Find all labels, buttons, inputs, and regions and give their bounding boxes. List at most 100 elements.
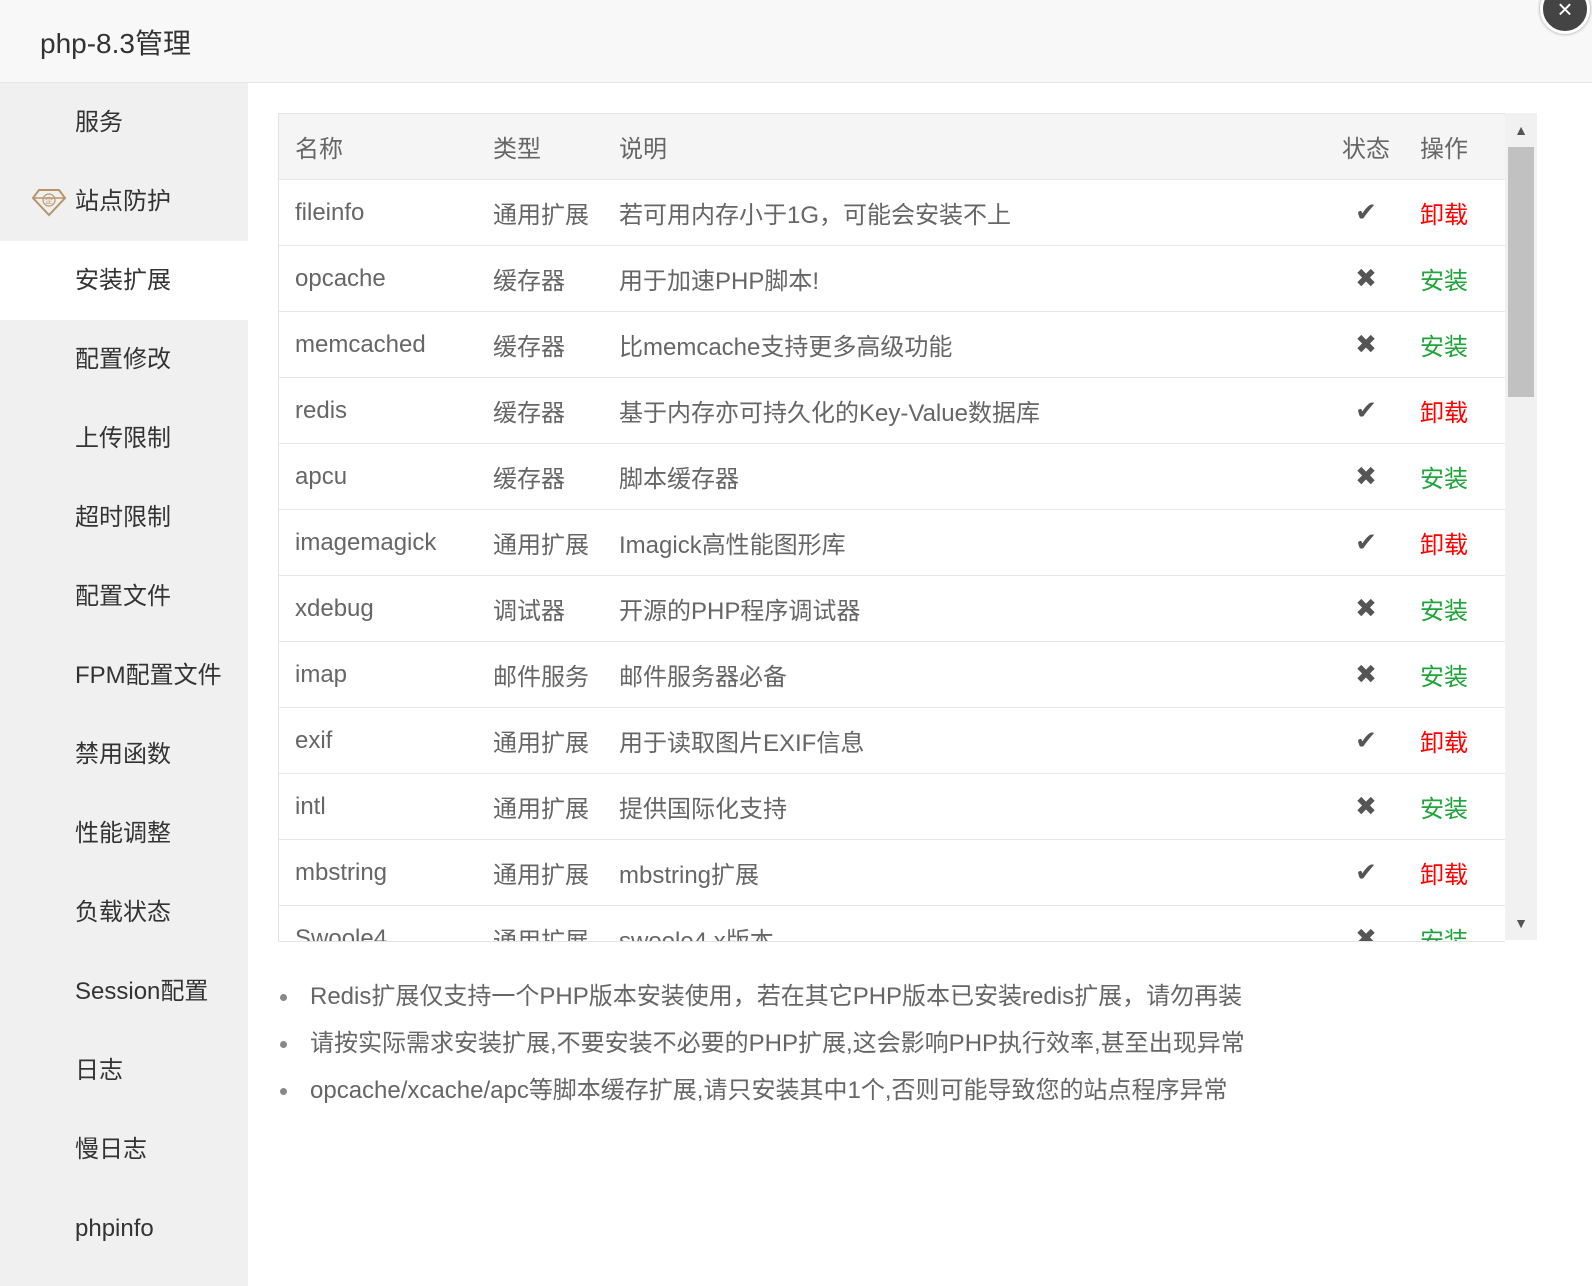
sidebar-item[interactable]: 上传限制 (0, 399, 248, 478)
sidebar-item[interactable]: 配置文件 (0, 557, 248, 636)
extension-type: 缓存器 (477, 443, 603, 510)
table-header-row: 名称 类型 说明 状态 操作 (279, 114, 1505, 180)
extension-name: redis (279, 377, 477, 444)
sidebar-item[interactable]: 企 站点防护 (0, 162, 248, 241)
scroll-thumb[interactable] (1508, 147, 1534, 397)
sidebar-item-label: FPM配置文件 (75, 662, 222, 689)
extensions-table: 名称 类型 说明 状态 操作 fileinfo 通用扩展 若可用内存小于1G，可能会… (279, 114, 1505, 941)
sidebar: 服务企 站点防护安装扩展配置修改上传限制超时限制配置文件 FPM配置文件 禁用函数性能… (0, 83, 248, 1286)
sidebar-item[interactable]: 慢日志 (0, 1110, 248, 1189)
extension-desc: 用于加速PHP脚本! (603, 245, 1328, 312)
extension-type: 缓存器 (477, 377, 603, 444)
extension-desc: swoole4.x版本 (603, 905, 1328, 941)
note-item: opcache/xcache/apc等脚本缓存扩展,请只安装其中1个,否则可能导… (280, 1067, 1245, 1114)
sidebar-item[interactable]: 配置修改 (0, 320, 248, 399)
install-link[interactable]: 安装 (1404, 443, 1505, 510)
sidebar-item-label: 性能调整 (75, 820, 171, 847)
enterprise-gem-icon: 企 (31, 189, 67, 217)
sidebar-item[interactable]: FPM配置文件 (0, 636, 248, 715)
extension-type: 调试器 (477, 575, 603, 642)
status-icon: ✖ (1328, 773, 1404, 840)
status-icon: ✔ (1328, 179, 1404, 246)
table-row: intl 通用扩展 提供国际化支持 ✖ 安装 (279, 773, 1505, 840)
uninstall-link[interactable]: 卸载 (1404, 179, 1505, 246)
table-row: xdebug 调试器 开源的PHP程序调试器 ✖ 安装 (279, 575, 1505, 642)
table-row: fileinfo 通用扩展 若可用内存小于1G，可能会安装不上 ✔ 卸载 (279, 179, 1505, 246)
sidebar-item-label: 慢日志 (75, 1136, 147, 1163)
scroll-up-arrow-icon[interactable]: ▲ (1505, 113, 1537, 147)
table-scrollbar[interactable]: ▲ ▼ (1505, 113, 1537, 940)
extension-name: opcache (279, 245, 477, 312)
install-link[interactable]: 安装 (1404, 245, 1505, 312)
table-row: imap 邮件服务 邮件服务器必备 ✖ 安装 (279, 641, 1505, 708)
sidebar-item-label: 日志 (75, 1057, 123, 1084)
install-link[interactable]: 安装 (1404, 641, 1505, 708)
extension-desc: 基于内存亦可持久化的Key-Value数据库 (603, 377, 1328, 444)
column-header-type: 类型 (477, 114, 603, 180)
uninstall-link[interactable]: 卸载 (1404, 377, 1505, 444)
install-link[interactable]: 安装 (1404, 575, 1505, 642)
sidebar-item-label: 负载状态 (75, 899, 171, 926)
table-row: memcached 缓存器 比memcache支持更多高级功能 ✖ 安装 (279, 311, 1505, 378)
table-row: apcu 缓存器 脚本缓存器 ✖ 安装 (279, 443, 1505, 510)
sidebar-item-label: 服务 (75, 109, 123, 136)
uninstall-link[interactable]: 卸载 (1404, 509, 1505, 576)
extension-desc: 邮件服务器必备 (603, 641, 1328, 708)
sidebar-item-label: phpinfo (75, 1215, 154, 1242)
scroll-down-arrow-icon[interactable]: ▼ (1505, 906, 1537, 940)
extension-type: 通用扩展 (477, 509, 603, 576)
sidebar-item-label: 超时限制 (75, 504, 171, 531)
status-icon: ✖ (1328, 575, 1404, 642)
uninstall-link[interactable]: 卸载 (1404, 839, 1505, 906)
extensions-table-container[interactable]: 名称 类型 说明 状态 操作 fileinfo 通用扩展 若可用内存小于1G，可能会… (278, 113, 1505, 942)
extension-desc: 若可用内存小于1G，可能会安装不上 (603, 179, 1328, 246)
table-row: imagemagick 通用扩展 Imagick高性能图形库 ✔ 卸载 (279, 509, 1505, 576)
sidebar-item[interactable]: 超时限制 (0, 478, 248, 557)
main-panel: 名称 类型 说明 状态 操作 fileinfo 通用扩展 若可用内存小于1G，可能会… (248, 83, 1592, 1286)
sidebar-item[interactable]: 禁用函数 (0, 715, 248, 794)
sidebar-item[interactable]: 安装扩展 (0, 241, 248, 320)
extension-name: Swoole4 (279, 905, 477, 941)
extension-desc: 提供国际化支持 (603, 773, 1328, 840)
status-icon: ✖ (1328, 905, 1404, 941)
install-link[interactable]: 安装 (1404, 905, 1505, 941)
uninstall-link[interactable]: 卸载 (1404, 707, 1505, 774)
table-row: Swoole4 通用扩展 swoole4.x版本 ✖ 安装 (279, 905, 1505, 941)
sidebar-item[interactable]: 日志 (0, 1031, 248, 1110)
notes-list: Redis扩展仅支持一个PHP版本安装使用，若在其它PHP版本已安装redis扩… (278, 973, 1245, 1114)
extension-type: 通用扩展 (477, 839, 603, 906)
sidebar-item-label: 禁用函数 (75, 741, 171, 768)
extension-desc: 开源的PHP程序调试器 (603, 575, 1328, 642)
extension-desc: 用于读取图片EXIF信息 (603, 707, 1328, 774)
extension-desc: mbstring扩展 (603, 839, 1328, 906)
extension-type: 通用扩展 (477, 179, 603, 246)
sidebar-item-label: 站点防护 (75, 188, 171, 215)
extension-name: apcu (279, 443, 477, 510)
column-header-desc: 说明 (603, 114, 1328, 180)
extension-type: 缓存器 (477, 245, 603, 312)
dialog-title: php-8.3管理 (40, 28, 191, 59)
extension-name: fileinfo (279, 179, 477, 246)
column-header-action: 操作 (1404, 114, 1505, 180)
extension-desc: 比memcache支持更多高级功能 (603, 311, 1328, 378)
extension-name: intl (279, 773, 477, 840)
extension-desc: 脚本缓存器 (603, 443, 1328, 510)
status-icon: ✔ (1328, 509, 1404, 576)
column-header-name: 名称 (279, 114, 477, 180)
sidebar-item-label: 配置修改 (75, 346, 171, 373)
sidebar-item[interactable]: phpinfo (0, 1189, 248, 1268)
sidebar-item-label: 上传限制 (75, 425, 171, 452)
sidebar-item[interactable]: Session配置 (0, 952, 248, 1031)
install-link[interactable]: 安装 (1404, 773, 1505, 840)
table-row: redis 缓存器 基于内存亦可持久化的Key-Value数据库 ✔ 卸载 (279, 377, 1505, 444)
sidebar-item[interactable]: 负载状态 (0, 873, 248, 952)
sidebar-item[interactable]: 性能调整 (0, 794, 248, 873)
status-icon: ✖ (1328, 311, 1404, 378)
sidebar-item-label: 安装扩展 (75, 267, 171, 294)
sidebar-item-label: 配置文件 (75, 583, 171, 610)
install-link[interactable]: 安装 (1404, 311, 1505, 378)
sidebar-item[interactable]: 服务 (0, 83, 248, 162)
extension-name: imap (279, 641, 477, 708)
table-row: opcache 缓存器 用于加速PHP脚本! ✖ 安装 (279, 245, 1505, 312)
sidebar-item-label: Session配置 (75, 978, 209, 1005)
